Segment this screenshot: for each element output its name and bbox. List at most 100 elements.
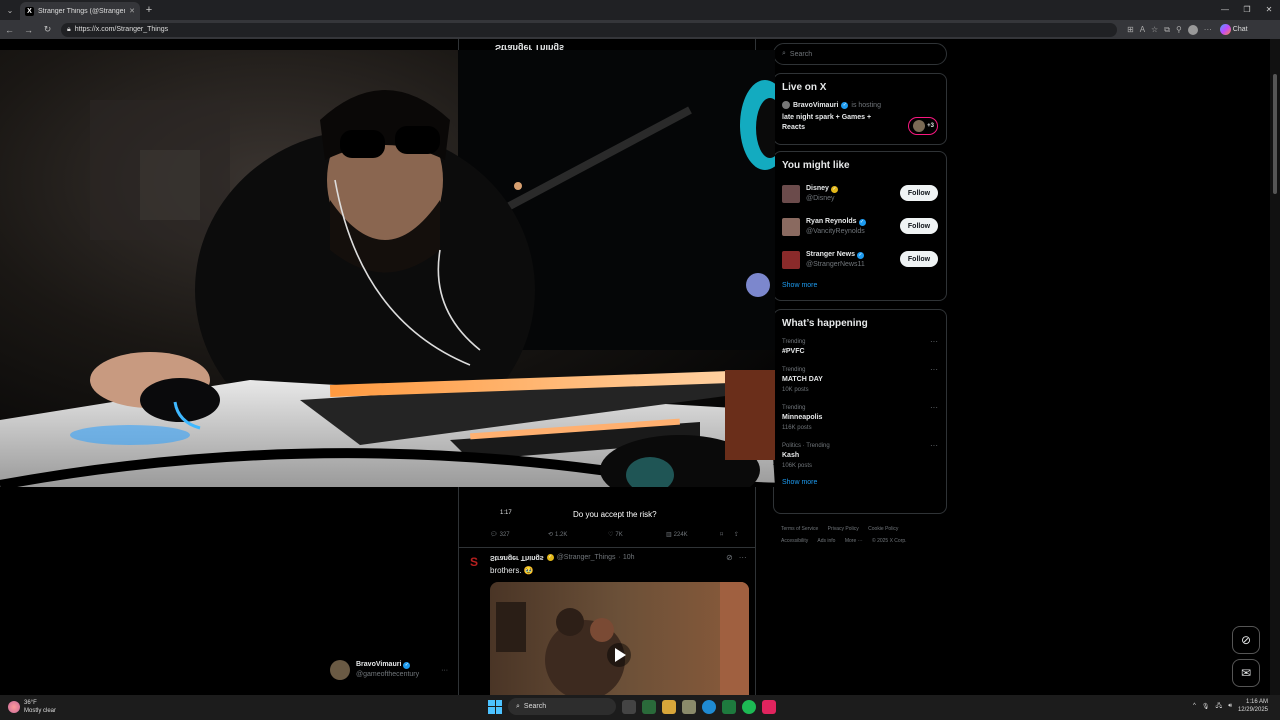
browser-tab[interactable]: X Stranger Things (@Stranger_Things ✕ bbox=[20, 2, 140, 20]
profile-avatar[interactable] bbox=[1187, 24, 1198, 35]
restore-icon[interactable]: ❐ bbox=[1236, 0, 1258, 20]
tab-close-icon[interactable]: ✕ bbox=[129, 7, 135, 15]
live-listeners-badge[interactable]: +3 bbox=[908, 117, 938, 135]
trend-title: MATCH DAY bbox=[782, 376, 823, 383]
search-input[interactable]: ⌕ Search bbox=[773, 43, 947, 65]
url-field[interactable]: 🔒︎ https://x.com/Stranger_Things bbox=[61, 22, 1117, 37]
account-more-icon[interactable]: ··· bbox=[441, 667, 448, 674]
hug-scene-image bbox=[490, 582, 749, 695]
microphone-icon[interactable]: 🎙︎ bbox=[1202, 703, 1210, 710]
footer-link[interactable]: Accessibility bbox=[781, 538, 808, 544]
windows-start-icon[interactable] bbox=[488, 699, 502, 714]
toolbar-icons: ⊞ A ☆ ⧉ ⚲ ··· bbox=[1127, 24, 1212, 35]
new-tab-plus-icon[interactable]: + bbox=[140, 4, 158, 16]
trend-posts: 106K posts bbox=[782, 463, 813, 469]
search-icon: ⌕ bbox=[516, 702, 520, 710]
more-menu-icon[interactable]: ··· bbox=[1204, 25, 1212, 34]
repost-button[interactable]: ⟲ 1.2K bbox=[548, 531, 608, 539]
whats-happening-heading: What’s happening bbox=[782, 318, 868, 329]
forward-arrow-icon[interactable]: → bbox=[19, 25, 38, 35]
trend-more-icon[interactable]: ··· bbox=[930, 441, 938, 451]
live-host-row[interactable]: BravoVimauri ✓ is hosting bbox=[782, 101, 938, 109]
tweet-text: brothers. 🥹 bbox=[490, 566, 534, 575]
tweet-handle[interactable]: @Stranger_Things bbox=[557, 554, 616, 561]
live-title[interactable]: late night spark + Games + Reacts bbox=[782, 113, 892, 133]
footer-link[interactable]: Privacy Policy bbox=[828, 526, 859, 532]
share-icon[interactable]: ⇪ bbox=[734, 531, 739, 538]
taskbar-search[interactable]: ⌕ Search bbox=[508, 698, 616, 715]
host-avatar bbox=[782, 101, 790, 109]
footer-link[interactable]: Terms of Service bbox=[781, 526, 818, 532]
trend-item[interactable]: Trending MATCH DAY 10K posts ··· bbox=[782, 365, 938, 395]
task-view-icon[interactable] bbox=[622, 699, 636, 714]
footer-link[interactable]: Ads info bbox=[817, 538, 835, 544]
footer-link[interactable]: Cookie Policy bbox=[868, 526, 898, 532]
store-icon[interactable] bbox=[642, 699, 656, 714]
edge-browser-icon[interactable] bbox=[702, 699, 716, 714]
tab-actions-chevron-icon[interactable]: ⌄ bbox=[0, 0, 20, 20]
volume-icon[interactable]: 🔊︎ bbox=[1228, 703, 1232, 710]
weather-widget[interactable]: 36°F Mostly clear bbox=[8, 699, 56, 715]
app-icon[interactable] bbox=[682, 699, 696, 714]
tweet-divider bbox=[458, 547, 756, 548]
trend-item[interactable]: Trending Minneapolis 116K posts ··· bbox=[782, 403, 938, 433]
app-red-icon[interactable] bbox=[762, 699, 776, 714]
grok-icon[interactable]: ⊘ bbox=[726, 553, 733, 562]
copilot-chat-button[interactable]: Chat bbox=[1219, 24, 1248, 35]
footer-link[interactable]: More ··· bbox=[845, 538, 863, 544]
like-button[interactable]: ♡ 7K bbox=[608, 531, 666, 539]
tweet-more-icon[interactable]: ··· bbox=[739, 553, 747, 562]
footer-links: Terms of Service Privacy Policy Cookie P… bbox=[781, 523, 941, 547]
spotify-icon[interactable] bbox=[742, 699, 756, 714]
reload-icon[interactable]: ↻ bbox=[38, 24, 57, 35]
stranger-things-avatar[interactable]: S bbox=[470, 555, 478, 569]
trend-more-icon[interactable]: ··· bbox=[930, 403, 938, 413]
messages-float-button[interactable]: ✉ bbox=[1232, 659, 1260, 687]
views-button[interactable]: ▥ 224K bbox=[666, 531, 720, 539]
read-aloud-icon[interactable]: A bbox=[1140, 25, 1145, 34]
tweet-header: Stranger Things ✓ @Stranger_Things · 10h bbox=[490, 554, 635, 561]
collections-icon[interactable]: ⧉ bbox=[1164, 25, 1170, 35]
follow-button[interactable]: Follow bbox=[900, 218, 938, 234]
grid-icon[interactable]: ⊞ bbox=[1127, 25, 1134, 34]
clock-date: 12/29/2025 bbox=[1237, 707, 1268, 713]
url-text: https://x.com/Stranger_Things bbox=[74, 26, 169, 33]
reply-icon: 💬︎ bbox=[490, 532, 498, 538]
follow-button[interactable]: Follow bbox=[900, 251, 938, 267]
suggestion-row[interactable]: Stranger News ✓ @StrangerNews11 Follow bbox=[782, 249, 938, 270]
clock[interactable]: 1:16 AM 12/29/2025 bbox=[1238, 698, 1268, 714]
network-icon[interactable]: 🖧 bbox=[1215, 701, 1222, 711]
scrollbar-thumb[interactable] bbox=[1273, 74, 1277, 194]
envelope-icon: ✉ bbox=[1240, 666, 1252, 680]
show-more-link[interactable]: Show more bbox=[782, 282, 938, 289]
account-switcher[interactable]: BravoVimauri ✓ @gameofthecentury ··· bbox=[330, 660, 448, 680]
xbox-icon[interactable] bbox=[722, 699, 736, 714]
tweet-video-thumbnail[interactable] bbox=[490, 582, 749, 695]
follow-button[interactable]: Follow bbox=[900, 185, 938, 201]
suggestion-row[interactable]: Ryan Reynolds ✓ @VancityReynolds Follow bbox=[782, 216, 938, 237]
trend-item[interactable]: Trending #PVFC ··· bbox=[782, 337, 938, 357]
tweet-author-name[interactable]: Stranger Things bbox=[490, 554, 544, 561]
reply-button[interactable]: 💬︎ 327 bbox=[490, 531, 548, 539]
extensions-icon[interactable]: ⚲ bbox=[1176, 25, 1182, 34]
trend-more-icon[interactable]: ··· bbox=[930, 337, 938, 347]
grok-float-button[interactable]: ⊘ bbox=[1232, 626, 1260, 654]
show-more-link[interactable]: Show more bbox=[782, 479, 938, 486]
weather-condition: Mostly clear bbox=[24, 708, 57, 714]
trend-posts: 10K posts bbox=[782, 387, 809, 393]
trend-item[interactable]: Politics · Trending Kash 106K posts ··· bbox=[782, 441, 938, 471]
close-window-icon[interactable]: ✕ bbox=[1258, 0, 1280, 20]
weather-icon bbox=[8, 701, 20, 713]
repost-count: 1.2K bbox=[555, 531, 568, 538]
back-arrow-icon[interactable]: ← bbox=[0, 25, 19, 35]
grok-icon: ⊘ bbox=[1240, 633, 1252, 647]
page-scrollbar[interactable] bbox=[1270, 39, 1280, 695]
minimize-icon[interactable]: — bbox=[1214, 0, 1236, 20]
file-explorer-icon[interactable] bbox=[662, 699, 676, 714]
favorite-star-icon[interactable]: ☆ bbox=[1151, 25, 1158, 34]
tray-chevron-icon[interactable]: ^ bbox=[1193, 703, 1196, 709]
suggestion-row[interactable]: Disney ✓ @Disney Follow bbox=[782, 183, 938, 204]
bookmark-icon[interactable]: ⌑ bbox=[720, 531, 734, 538]
host-name: BravoVimauri bbox=[793, 101, 839, 109]
trend-more-icon[interactable]: ··· bbox=[930, 365, 938, 375]
